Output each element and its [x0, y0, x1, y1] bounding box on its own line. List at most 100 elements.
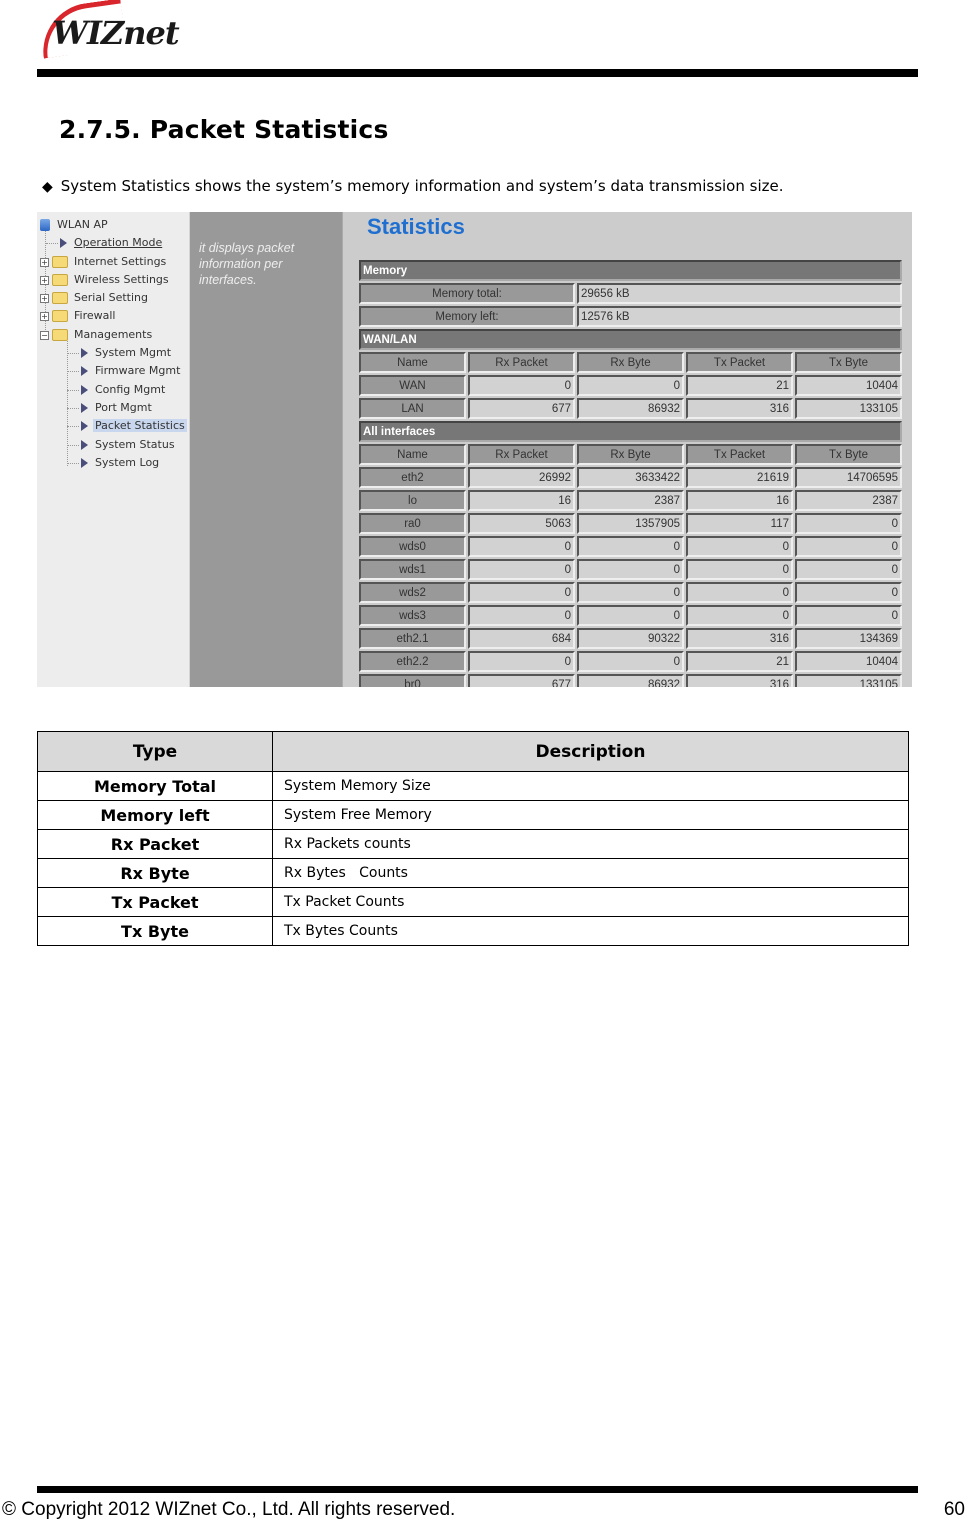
bullet-text: System Statistics shows the system’s mem… [60, 177, 784, 195]
type-cell: Memory Total [37, 771, 273, 801]
section-title: 2.7.5. Packet Statistics [59, 115, 389, 144]
column-header: Rx Packet [468, 352, 575, 373]
table-row: Rx Byte Rx Bytes Counts [37, 858, 909, 888]
tree-item-managements[interactable]: − Managements [40, 326, 154, 343]
interface-name-cell: eth2 [359, 467, 466, 488]
arrow-icon [81, 366, 88, 376]
column-header: Name [359, 352, 466, 373]
arrow-icon [81, 403, 88, 413]
header-rule [37, 69, 918, 77]
stat-value-cell: 117 [686, 513, 793, 534]
description-column-header: Description [272, 731, 909, 772]
stat-value-cell: 316 [686, 674, 793, 687]
stat-value-cell: 134369 [795, 628, 902, 649]
stat-value-cell: 26992 [468, 467, 575, 488]
type-cell: Rx Packet [37, 829, 273, 859]
expand-plus-icon[interactable]: + [40, 257, 49, 267]
interface-name-cell: br0 [359, 674, 466, 687]
interface-row: ra0 5063 1357905 117 0 [359, 513, 902, 534]
expand-plus-icon[interactable]: + [40, 293, 49, 303]
type-cell: Rx Byte [37, 858, 273, 888]
stat-value-cell: 0 [468, 375, 575, 396]
expand-plus-icon[interactable]: + [40, 275, 49, 285]
interface-name-cell: WAN [359, 375, 466, 396]
folder-icon [52, 274, 68, 286]
interface-name-cell: ra0 [359, 513, 466, 534]
stat-value-cell: 0 [468, 536, 575, 557]
column-header: Tx Packet [686, 444, 793, 465]
interface-row: WAN 0 0 21 10404 [359, 375, 902, 396]
stat-value-cell: 0 [686, 605, 793, 626]
type-column-header: Type [37, 731, 273, 772]
memory-left-value: 12576 kB [577, 306, 902, 327]
memory-section-header: Memory [359, 260, 902, 281]
stat-value-cell: 684 [468, 628, 575, 649]
tree-item-firmware-mgmt[interactable]: Firmware Mgmt [67, 362, 182, 379]
collapse-minus-icon[interactable]: − [40, 330, 49, 340]
stat-value-cell: 86932 [577, 398, 684, 419]
statistics-pane: Statistics Memory Memory total: 29656 kB… [343, 212, 912, 687]
memory-total-label: Memory total: [359, 283, 575, 304]
column-header: Tx Packet [686, 352, 793, 373]
stat-value-cell: 16 [686, 490, 793, 511]
column-header: Name [359, 444, 466, 465]
tree-item-firewall[interactable]: + Firewall [40, 307, 117, 324]
tree-connector [67, 370, 79, 372]
stat-value-cell: 0 [468, 559, 575, 580]
tree-item-config-mgmt[interactable]: Config Mgmt [67, 381, 167, 398]
column-header: Rx Byte [577, 444, 684, 465]
stat-value-cell: 14706595 [795, 467, 902, 488]
all-interfaces-column-headers: Name Rx Packet Rx Byte Tx Packet Tx Byte [359, 444, 902, 465]
tree-item-packet-statistics[interactable]: Packet Statistics [67, 417, 187, 434]
column-header: Tx Byte [795, 444, 902, 465]
stat-value-cell: 21619 [686, 467, 793, 488]
tree-item-system-status[interactable]: System Status [67, 436, 177, 453]
wanlan-column-headers: Name Rx Packet Rx Byte Tx Packet Tx Byte [359, 352, 902, 373]
stat-value-cell: 21 [686, 375, 793, 396]
stat-value-cell: 10404 [795, 375, 902, 396]
diamond-bullet-icon: ◆ [42, 179, 53, 195]
wanlan-section-header: WAN/LAN [359, 329, 902, 350]
table-row: Memory Total System Memory Size [37, 771, 909, 801]
column-header: Rx Byte [577, 352, 684, 373]
statistics-table: Memory Memory total: 29656 kB Memory lef… [357, 258, 904, 687]
tree-item-internet-settings[interactable]: + Internet Settings [40, 253, 168, 270]
tree-connector [46, 242, 58, 244]
tree-item-wireless-settings[interactable]: + Wireless Settings [40, 271, 171, 288]
interface-row: wds2 0 0 0 0 [359, 582, 902, 603]
stat-value-cell: 0 [686, 582, 793, 603]
stat-value-cell: 16 [468, 490, 575, 511]
stat-value-cell: 0 [686, 536, 793, 557]
tree-item-system-log[interactable]: System Log [67, 454, 161, 471]
tree-item-system-mgmt[interactable]: System Mgmt [67, 344, 173, 361]
stat-value-cell: 2387 [795, 490, 902, 511]
interface-row: wds1 0 0 0 0 [359, 559, 902, 580]
tree-item-operation-mode[interactable]: Operation Mode [46, 234, 164, 251]
footer-rule [37, 1486, 918, 1493]
stat-value-cell: 0 [577, 651, 684, 672]
stat-value-cell: 0 [468, 605, 575, 626]
stat-value-cell: 2387 [577, 490, 684, 511]
interface-row: eth2 26992 3633422 21619 14706595 [359, 467, 902, 488]
stat-value-cell: 0 [577, 536, 684, 557]
expand-plus-icon[interactable]: + [40, 311, 49, 321]
stat-value-cell: 0 [795, 513, 902, 534]
table-row: Tx Byte Tx Bytes Counts [37, 916, 909, 946]
tree-item-port-mgmt[interactable]: Port Mgmt [67, 399, 154, 416]
tree-connector [67, 444, 79, 446]
type-cell: Tx Byte [37, 916, 273, 946]
interface-name-cell: wds1 [359, 559, 466, 580]
tree-item-serial-setting[interactable]: + Serial Setting [40, 289, 150, 306]
stat-value-cell: 0 [577, 605, 684, 626]
bullet-paragraph: ◆ System Statistics shows the system’s me… [42, 177, 783, 195]
copyright-text: © Copyright 2012 WIZnet Co., Ltd. All ri… [2, 1499, 456, 1520]
memory-total-value: 29656 kB [577, 283, 902, 304]
stat-value-cell: 677 [468, 398, 575, 419]
tree-root[interactable]: WLAN AP [40, 216, 110, 233]
stat-value-cell: 0 [468, 651, 575, 672]
type-cell: Tx Packet [37, 887, 273, 917]
arrow-icon [81, 440, 88, 450]
column-header: Tx Byte [795, 352, 902, 373]
interface-name-cell: eth2.1 [359, 628, 466, 649]
interface-name-cell: wds2 [359, 582, 466, 603]
